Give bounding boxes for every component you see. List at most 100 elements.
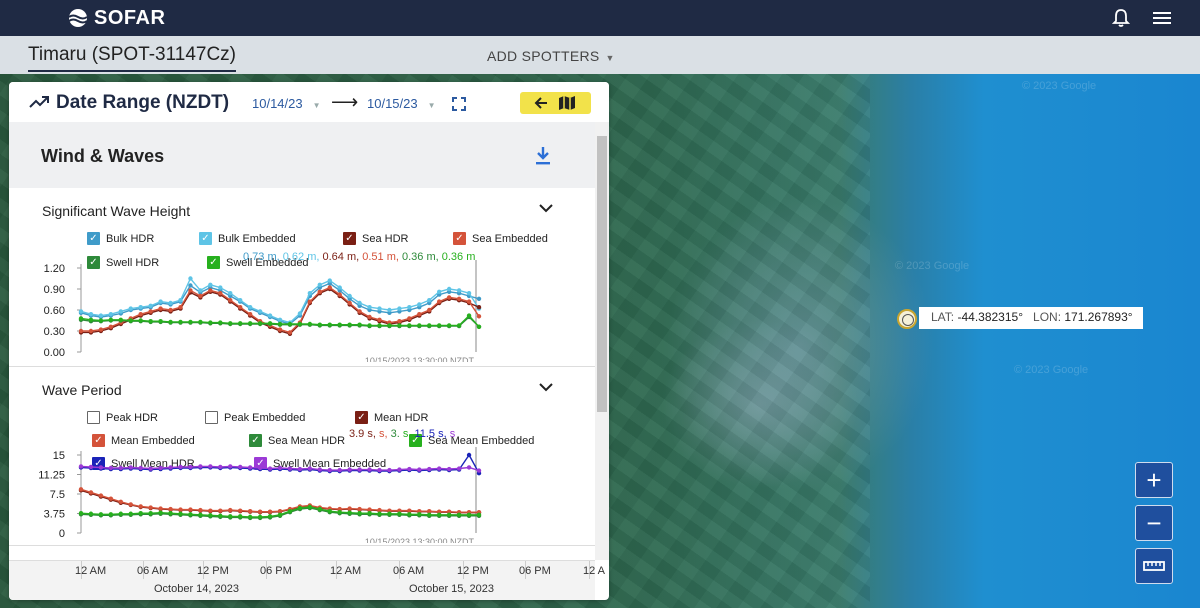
legend-toggle-mean-hdr[interactable]: ✓ Mean HDR	[355, 411, 428, 424]
x-tick-label: 06 AM	[137, 565, 169, 577]
data-point	[437, 466, 442, 471]
legend-toggle-sea-hdr[interactable]: ✓ Sea HDR	[343, 232, 408, 245]
data-point	[128, 511, 133, 516]
wave-height-plot[interactable]: 1.20 0.90 0.60 0.30 0.00 10/15/2023 13:30:00 …	[9, 256, 595, 362]
data-point	[397, 319, 402, 324]
data-point	[178, 305, 183, 310]
data-point	[347, 510, 352, 515]
checkbox-checked-icon: ✓	[453, 232, 466, 245]
checkbox-checked-icon: ✓	[87, 232, 100, 245]
data-point	[456, 323, 462, 328]
zoom-in-button[interactable]: +	[1135, 462, 1173, 498]
data-point	[287, 330, 293, 335]
data-point	[476, 314, 482, 319]
data-point	[437, 299, 442, 304]
data-point	[228, 464, 233, 469]
x-tick-label: 12 AM	[330, 565, 362, 577]
add-spotters-dropdown[interactable]: ADD SPOTTERS ▼	[487, 48, 615, 64]
measure-button[interactable]	[1135, 548, 1173, 584]
data-point	[307, 291, 313, 296]
data-point	[446, 295, 452, 300]
spotter-location-pin[interactable]	[897, 309, 917, 329]
data-point	[427, 323, 432, 328]
wave-logo-icon	[68, 9, 88, 27]
section-title: Wind & Waves	[41, 146, 165, 166]
legend-toggle-bulk-embedded[interactable]: ✓ Bulk Embedded	[199, 232, 296, 245]
map-watermark: © 2023 Google	[895, 260, 970, 272]
x-tick-label: 12 PM	[457, 565, 489, 577]
hamburger-menu-icon[interactable]	[1152, 10, 1172, 26]
lon-label: LON:	[1033, 310, 1062, 324]
back-to-map-button[interactable]	[520, 92, 591, 114]
end-date-picker[interactable]: 10/15/23 ▼	[367, 96, 436, 111]
data-point	[128, 318, 133, 323]
download-icon[interactable]	[534, 146, 552, 166]
data-point	[287, 321, 293, 327]
data-point	[78, 464, 84, 469]
data-point	[277, 317, 283, 322]
data-point	[98, 318, 104, 323]
data-point	[357, 322, 362, 327]
fullscreen-icon[interactable]	[452, 97, 466, 111]
data-point	[357, 309, 362, 314]
data-point	[128, 465, 133, 470]
wave-period-chart-card: Wave Period Peak HDR Peak Embedded ✓ Mean H…	[9, 367, 595, 545]
data-point	[158, 306, 163, 311]
zoom-out-button[interactable]: −	[1135, 505, 1173, 541]
data-point	[267, 509, 273, 514]
legend-toggle-bulk-hdr[interactable]: ✓ Bulk HDR	[87, 232, 154, 245]
data-point	[247, 305, 253, 310]
bell-icon[interactable]	[1112, 8, 1130, 28]
data-point	[238, 508, 243, 513]
data-point	[188, 512, 193, 517]
data-point	[218, 291, 223, 296]
data-point	[88, 312, 94, 317]
end-date: 10/15/23	[367, 96, 418, 111]
data-point	[317, 322, 322, 327]
data-point	[88, 511, 94, 516]
data-point	[456, 512, 462, 517]
data-point	[327, 508, 332, 514]
data-point	[417, 467, 422, 472]
data-point	[238, 321, 243, 326]
scrollbar-thumb[interactable]	[597, 136, 607, 412]
lat-value: -44.382315°	[957, 310, 1023, 324]
legend-toggle-sea-embedded[interactable]: ✓ Sea Embedded	[453, 232, 548, 245]
x-date-label: October 15, 2023	[409, 583, 495, 595]
data-point	[228, 321, 233, 326]
data-point	[158, 465, 163, 471]
data-point	[148, 505, 153, 510]
sofar-logo[interactable]: SOFAR	[66, 7, 165, 30]
data-point	[367, 467, 372, 472]
data-point	[407, 466, 412, 472]
cursor-timestamp: 10/15/2023 13:30:00 NZDT	[365, 537, 475, 543]
spotter-tab[interactable]: Timaru (SPOT-31147Cz)	[28, 44, 236, 72]
data-point	[148, 309, 153, 314]
checkbox-unchecked-icon	[205, 411, 218, 424]
data-point	[476, 324, 482, 329]
data-point	[208, 513, 213, 518]
legend-toggle-peak-hdr[interactable]: Peak HDR	[87, 411, 158, 424]
data-point	[297, 321, 303, 327]
legend-toggle-peak-embedded[interactable]: Peak Embedded	[205, 411, 305, 424]
date-range-header: Date Range (NZDT) 10/14/23 ▼ ⟶ 10/15/23 ▼	[9, 82, 609, 122]
data-point	[277, 321, 283, 327]
data-point	[108, 317, 114, 322]
checkbox-checked-icon: ✓	[355, 411, 368, 424]
data-point	[198, 288, 203, 293]
wave-period-plot[interactable]: 15 11.25 7.5 3.75 0 10/15/2023 13:30:00 NZDT	[9, 433, 595, 543]
data-point	[327, 285, 332, 290]
chevron-down-icon[interactable]	[539, 200, 553, 216]
data-point	[446, 512, 452, 517]
data-point	[218, 464, 223, 470]
arrow-left-icon	[534, 97, 547, 109]
data-point	[108, 312, 114, 317]
data-point	[257, 509, 263, 514]
lat-label: LAT:	[931, 310, 955, 324]
chevron-down-icon[interactable]	[539, 379, 553, 395]
data-point	[476, 512, 482, 517]
wave-height-chart-card: Significant Wave Height ✓ Bulk HDR ✓ Bulk E…	[9, 188, 595, 366]
start-date-picker[interactable]: 10/14/23 ▼	[252, 96, 321, 111]
legend-label: Sea Embedded	[472, 232, 548, 245]
data-point	[377, 306, 382, 311]
